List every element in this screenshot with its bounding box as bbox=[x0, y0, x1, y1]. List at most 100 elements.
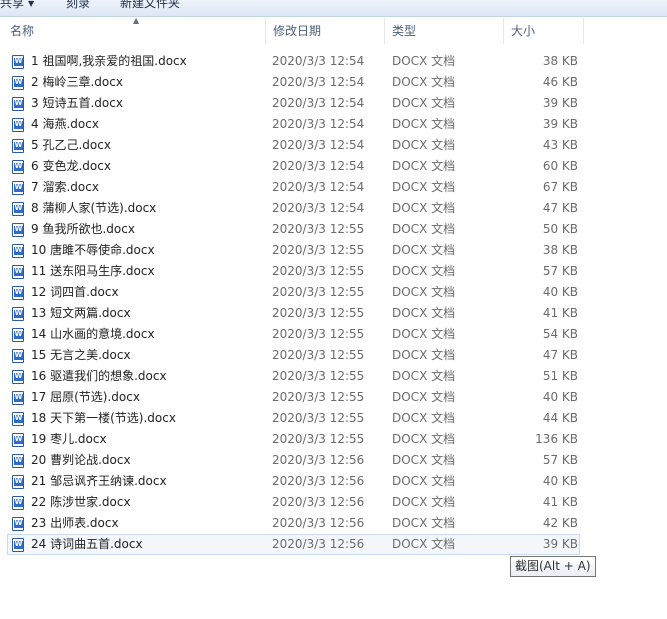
burn-button[interactable]: 刻录 bbox=[66, 0, 90, 11]
file-row[interactable]: 13 短文两篇.docx 2020/3/3 12:55 DOCX 文档 41 KB bbox=[7, 303, 580, 324]
file-row[interactable]: 16 驱遣我们的想象.docx 2020/3/3 12:55 DOCX 文档 51 K… bbox=[7, 366, 580, 387]
file-size: 67 KB bbox=[542, 180, 578, 194]
file-row[interactable]: 1 祖国啊,我亲爱的祖国.docx 2020/3/3 12:54 DOCX 文档 38… bbox=[7, 51, 580, 72]
file-row[interactable]: 17 屈原(节选).docx 2020/3/3 12:55 DOCX 文档 40 KB bbox=[7, 387, 580, 408]
file-row[interactable]: 2 梅岭三章.docx 2020/3/3 12:54 DOCX 文档 46 KB bbox=[7, 72, 580, 93]
file-name: 9 鱼我所欲也.docx bbox=[31, 222, 135, 236]
file-name: 24 诗词曲五首.docx bbox=[31, 537, 143, 551]
file-modified-date: 2020/3/3 12:55 bbox=[272, 369, 365, 383]
word-document-icon bbox=[12, 55, 24, 69]
word-document-icon bbox=[12, 244, 24, 258]
file-size: 47 KB bbox=[542, 201, 578, 215]
file-type: DOCX 文档 bbox=[392, 285, 456, 299]
file-row[interactable]: 4 海燕.docx 2020/3/3 12:54 DOCX 文档 39 KB bbox=[7, 114, 580, 135]
file-modified-date: 2020/3/3 12:55 bbox=[272, 222, 365, 236]
file-type: DOCX 文档 bbox=[392, 306, 456, 320]
file-row[interactable]: 22 陈涉世家.docx 2020/3/3 12:56 DOCX 文档 41 KB bbox=[7, 492, 580, 513]
file-size: 57 KB bbox=[542, 453, 578, 467]
file-row[interactable]: 18 天下第一楼(节选).docx 2020/3/3 12:55 DOCX 文档 44… bbox=[7, 408, 580, 429]
column-header-size[interactable]: 大小 bbox=[504, 18, 584, 44]
file-row[interactable]: 9 鱼我所欲也.docx 2020/3/3 12:55 DOCX 文档 50 KB bbox=[7, 219, 580, 240]
word-document-icon bbox=[12, 454, 24, 468]
word-document-icon bbox=[12, 349, 24, 363]
file-size: 38 KB bbox=[542, 243, 578, 257]
file-size: 46 KB bbox=[542, 75, 578, 89]
file-name: 22 陈涉世家.docx bbox=[31, 495, 131, 509]
column-header-date[interactable]: 修改日期 bbox=[266, 18, 385, 44]
file-type: DOCX 文档 bbox=[392, 117, 456, 131]
file-type: DOCX 文档 bbox=[392, 54, 456, 68]
file-type: DOCX 文档 bbox=[392, 432, 456, 446]
file-name: 3 短诗五首.docx bbox=[31, 96, 123, 110]
file-type: DOCX 文档 bbox=[392, 264, 456, 278]
file-type: DOCX 文档 bbox=[392, 75, 456, 89]
file-row[interactable]: 7 溜索.docx 2020/3/3 12:54 DOCX 文档 67 KB bbox=[7, 177, 580, 198]
file-row[interactable]: 8 蒲柳人家(节选).docx 2020/3/3 12:54 DOCX 文档 47 K… bbox=[7, 198, 580, 219]
file-name: 1 祖国啊,我亲爱的祖国.docx bbox=[31, 54, 187, 68]
file-size: 136 KB bbox=[535, 432, 578, 446]
file-type: DOCX 文档 bbox=[392, 243, 456, 257]
word-document-icon bbox=[12, 202, 24, 216]
file-row[interactable]: 6 变色龙.docx 2020/3/3 12:54 DOCX 文档 60 KB bbox=[7, 156, 580, 177]
word-document-icon bbox=[12, 286, 24, 300]
file-row[interactable]: 12 词四首.docx 2020/3/3 12:55 DOCX 文档 40 KB bbox=[7, 282, 580, 303]
file-type: DOCX 文档 bbox=[392, 96, 456, 110]
file-modified-date: 2020/3/3 12:54 bbox=[272, 138, 365, 152]
file-modified-date: 2020/3/3 12:55 bbox=[272, 390, 365, 404]
file-name: 6 变色龙.docx bbox=[31, 159, 111, 173]
file-size: 57 KB bbox=[542, 264, 578, 278]
file-size: 40 KB bbox=[542, 474, 578, 488]
file-name: 14 山水画的意境.docx bbox=[31, 327, 155, 341]
file-modified-date: 2020/3/3 12:55 bbox=[272, 306, 365, 320]
share-label: 共享 bbox=[0, 0, 25, 10]
file-name: 21 邹忌讽齐王纳谏.docx bbox=[31, 474, 167, 488]
file-type: DOCX 文档 bbox=[392, 495, 456, 509]
word-document-icon bbox=[12, 370, 24, 384]
file-type: DOCX 文档 bbox=[392, 327, 456, 341]
file-size: 50 KB bbox=[542, 222, 578, 236]
file-name: 13 短文两篇.docx bbox=[31, 306, 131, 320]
file-name: 11 送东阳马生序.docx bbox=[31, 264, 155, 278]
file-modified-date: 2020/3/3 12:56 bbox=[272, 516, 365, 530]
column-header-name[interactable]: ▲ 名称 bbox=[3, 16, 266, 44]
file-row[interactable]: 23 出师表.docx 2020/3/3 12:56 DOCX 文档 42 KB bbox=[7, 513, 580, 534]
file-size: 51 KB bbox=[542, 369, 578, 383]
file-size: 44 KB bbox=[542, 411, 578, 425]
file-row[interactable]: 3 短诗五首.docx 2020/3/3 12:54 DOCX 文档 39 KB bbox=[7, 93, 580, 114]
word-document-icon bbox=[12, 412, 24, 426]
word-document-icon bbox=[12, 160, 24, 174]
file-row[interactable]: 21 邹忌讽齐王纳谏.docx 2020/3/3 12:56 DOCX 文档 40 K… bbox=[7, 471, 580, 492]
column-header-type[interactable]: 类型 bbox=[385, 18, 504, 44]
command-toolbar: 共享 ▼ 刻录 新建文件夹 bbox=[0, 0, 667, 17]
word-document-icon bbox=[12, 139, 24, 153]
file-row[interactable]: 11 送东阳马生序.docx 2020/3/3 12:55 DOCX 文档 57 KB bbox=[7, 261, 580, 282]
file-modified-date: 2020/3/3 12:54 bbox=[272, 117, 365, 131]
file-type: DOCX 文档 bbox=[392, 348, 456, 362]
file-size: 43 KB bbox=[542, 138, 578, 152]
file-size: 42 KB bbox=[542, 516, 578, 530]
file-name: 17 屈原(节选).docx bbox=[31, 390, 140, 404]
file-modified-date: 2020/3/3 12:54 bbox=[272, 159, 365, 173]
file-row[interactable]: 24 诗词曲五首.docx 2020/3/3 12:56 DOCX 文档 39 KB bbox=[7, 534, 580, 555]
file-modified-date: 2020/3/3 12:54 bbox=[272, 201, 365, 215]
new-folder-button[interactable]: 新建文件夹 bbox=[120, 0, 180, 11]
file-type: DOCX 文档 bbox=[392, 411, 456, 425]
file-size: 40 KB bbox=[542, 285, 578, 299]
file-type: DOCX 文档 bbox=[392, 474, 456, 488]
file-row[interactable]: 5 孔乙己.docx 2020/3/3 12:54 DOCX 文档 43 KB bbox=[7, 135, 580, 156]
share-menu-button[interactable]: 共享 ▼ bbox=[0, 0, 34, 11]
chevron-down-icon: ▼ bbox=[28, 0, 35, 8]
column-header-name-label: 名称 bbox=[10, 24, 35, 38]
file-row[interactable]: 20 曹刿论战.docx 2020/3/3 12:56 DOCX 文档 57 KB bbox=[7, 450, 580, 471]
file-row[interactable]: 10 唐雎不辱使命.docx 2020/3/3 12:55 DOCX 文档 38 KB bbox=[7, 240, 580, 261]
file-modified-date: 2020/3/3 12:55 bbox=[272, 264, 365, 278]
word-document-icon bbox=[12, 328, 24, 342]
file-row[interactable]: 15 无言之美.docx 2020/3/3 12:55 DOCX 文档 47 KB bbox=[7, 345, 580, 366]
file-row[interactable]: 19 枣儿.docx 2020/3/3 12:55 DOCX 文档 136 KB bbox=[7, 429, 580, 450]
file-modified-date: 2020/3/3 12:56 bbox=[272, 537, 365, 551]
file-row[interactable]: 14 山水画的意境.docx 2020/3/3 12:55 DOCX 文档 54 KB bbox=[7, 324, 580, 345]
file-name: 10 唐雎不辱使命.docx bbox=[31, 243, 155, 257]
file-type: DOCX 文档 bbox=[392, 516, 456, 530]
file-name: 19 枣儿.docx bbox=[31, 432, 107, 446]
file-name: 23 出师表.docx bbox=[31, 516, 119, 530]
